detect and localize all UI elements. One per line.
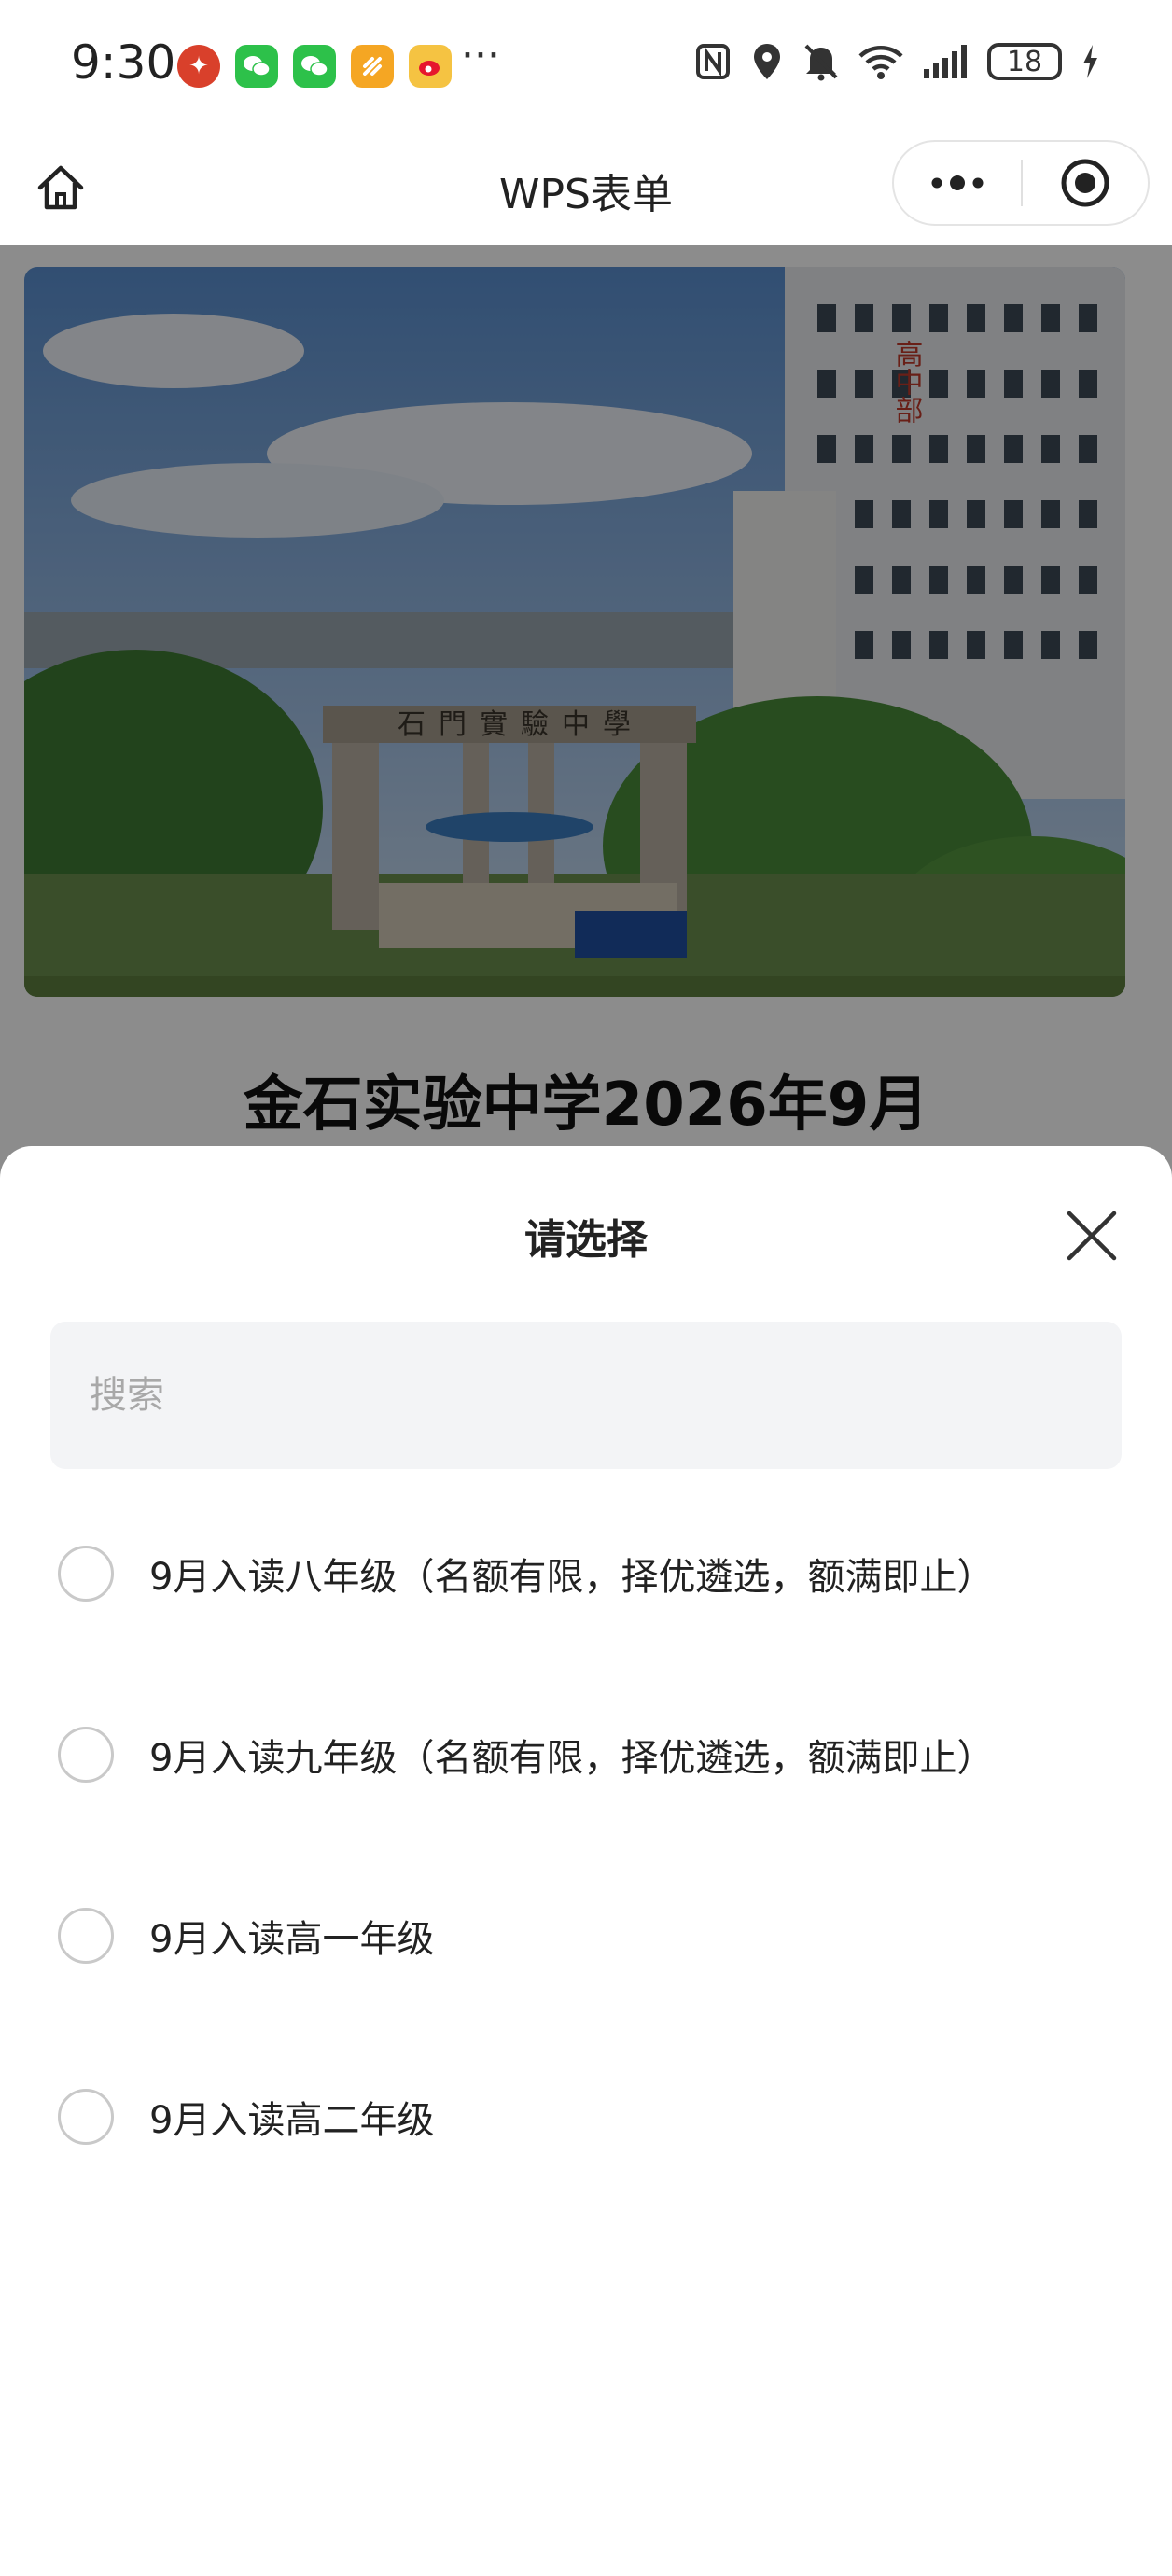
notification-icons: ✦ (177, 45, 452, 88)
app-icon (351, 45, 394, 88)
radio-button[interactable] (58, 1908, 114, 1964)
location-icon (748, 41, 786, 82)
select-bottom-sheet: 请选择 9月入读八年级（名额有限，择优遴选，额满即止） 9月入读九年级（名额有限… (0, 1146, 1172, 2576)
nfc-icon (694, 41, 732, 82)
wechat-icon (235, 45, 278, 88)
radio-button[interactable] (58, 2089, 114, 2145)
exit-button[interactable] (1023, 142, 1148, 224)
status-time: 9:30 (71, 35, 176, 90)
capsule-menu (892, 140, 1150, 226)
charging-icon (1079, 41, 1101, 82)
option-item[interactable]: 9月入读九年级（名额有限，择优遴选，额满即止） (58, 1708, 1122, 1801)
radio-button[interactable] (58, 1727, 114, 1783)
sheet-title: 请选择 (524, 1216, 648, 1264)
close-button[interactable] (1062, 1206, 1122, 1266)
option-item[interactable]: 9月入读八年级（名额有限，择优遴选，额满即止） (58, 1527, 1122, 1620)
option-label: 9月入读高二年级 (149, 2099, 435, 2142)
wechat-icon (293, 45, 336, 88)
close-icon (1067, 1211, 1117, 1261)
mute-icon (802, 41, 840, 82)
option-item[interactable]: 9月入读高一年级 (58, 1889, 1122, 1982)
more-notifications-indicator: ··· (461, 32, 500, 79)
radio-button[interactable] (58, 1546, 114, 1602)
search-input[interactable] (88, 1373, 1122, 1418)
weibo-icon (409, 45, 452, 88)
system-icons: 18 (694, 41, 1101, 82)
signal-icon (922, 41, 970, 82)
target-icon (1061, 159, 1109, 207)
option-label: 9月入读高一年级 (149, 1918, 435, 1961)
battery-icon: 18 (987, 43, 1062, 80)
mini-program-nav-bar: WPS表单 (0, 136, 1172, 245)
search-box (50, 1322, 1122, 1469)
option-item[interactable]: 9月入读高二年级 (58, 2070, 1122, 2163)
wifi-icon (857, 41, 905, 82)
option-label: 9月入读九年级（名额有限，择优遴选，额满即止） (149, 1737, 995, 1780)
status-bar: 9:30 ✦ ··· 18 (0, 0, 1172, 136)
more-button[interactable] (894, 142, 1021, 224)
battery-level: 18 (1006, 45, 1043, 78)
app-icon: ✦ (177, 45, 220, 88)
option-label: 9月入读八年级（名额有限，择优遴选，额满即止） (149, 1556, 995, 1599)
more-icon (931, 175, 984, 190)
